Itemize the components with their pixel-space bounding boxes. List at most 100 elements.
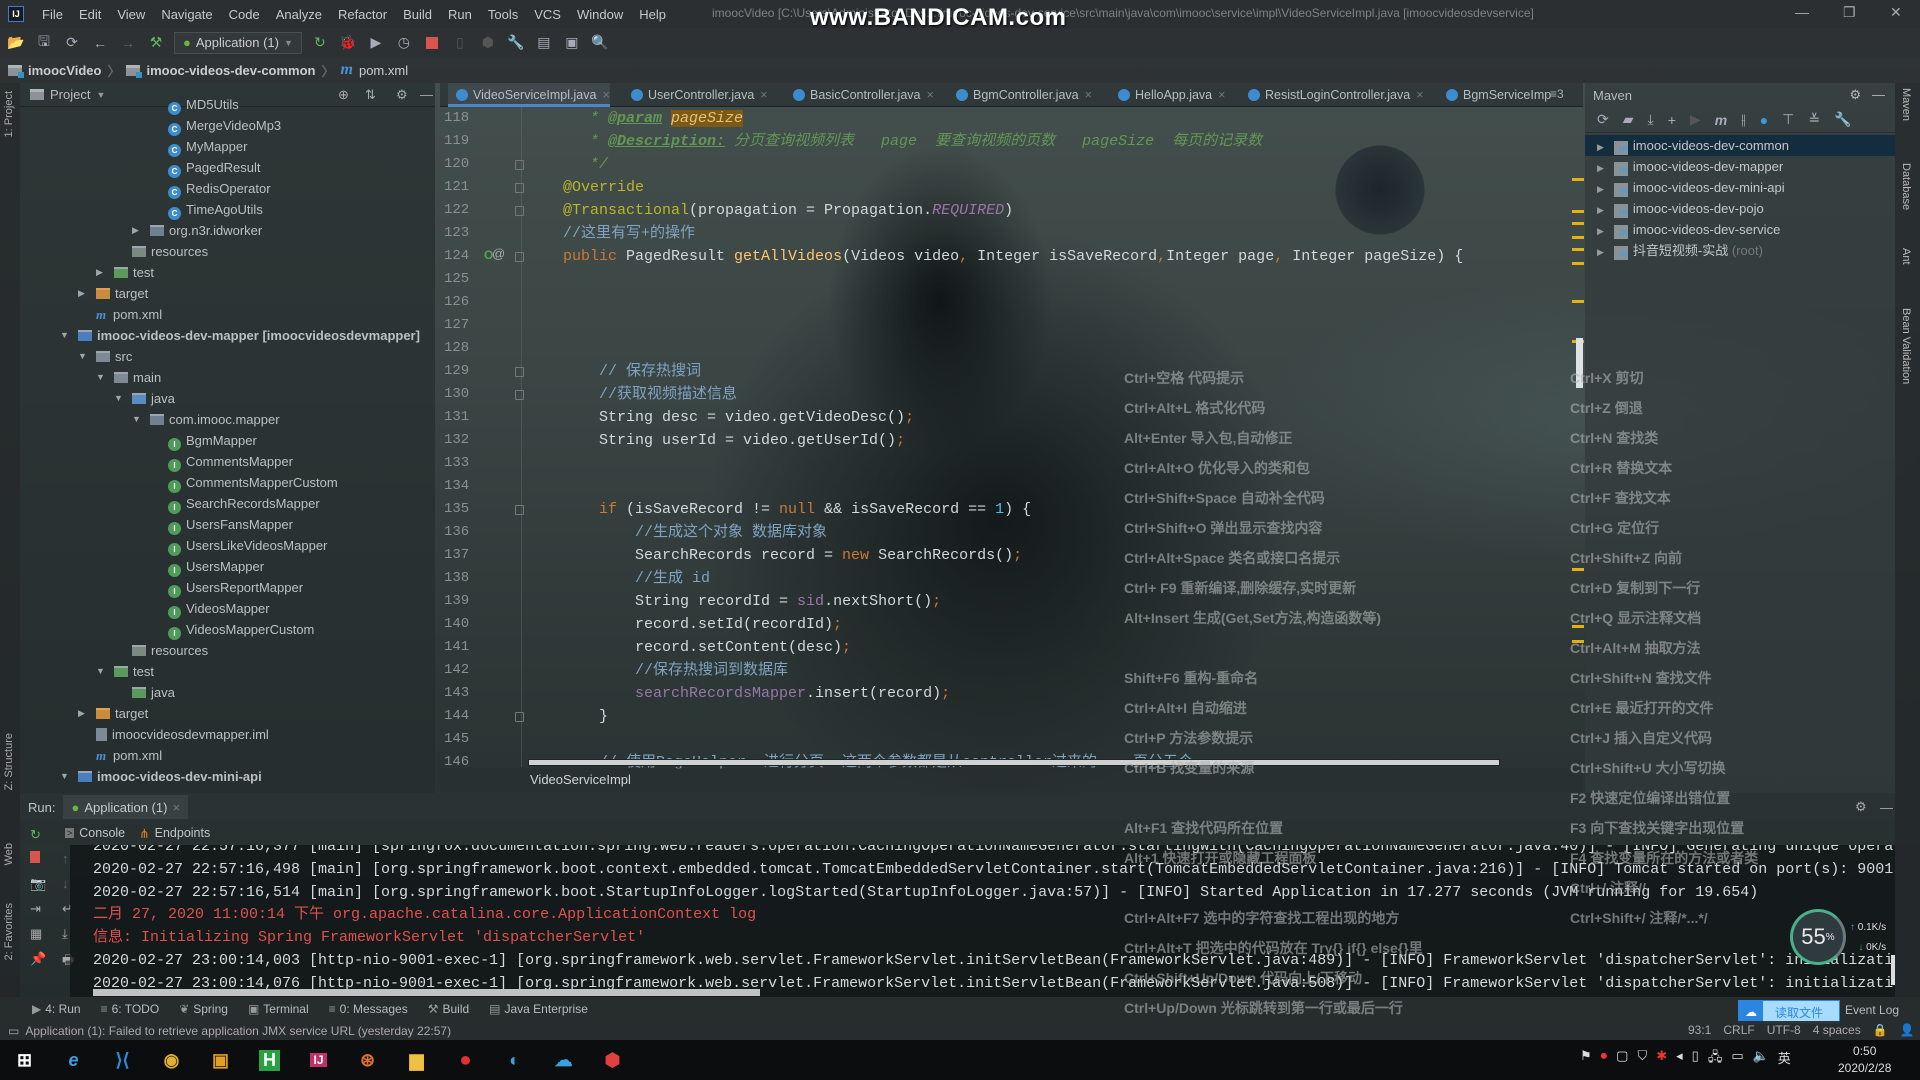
- close-tab-icon[interactable]: ×: [602, 88, 609, 102]
- tree-item[interactable]: java: [132, 682, 175, 703]
- chevron-right-icon[interactable]: ▶: [132, 225, 139, 236]
- maven-project-item[interactable]: ▶ m imooc-videos-dev-mini-api: [1585, 177, 1895, 198]
- code-line[interactable]: @Transactional(propagation = Propagation…: [563, 199, 1013, 222]
- tree-item[interactable]: com.imooc.mapper: [150, 409, 280, 430]
- qq-browser-icon[interactable]: ◐: [490, 1040, 539, 1080]
- maven-project-item[interactable]: ▶ m 抖音短视频-实战 (root): [1585, 240, 1895, 261]
- offline-icon[interactable]: ●: [1760, 112, 1768, 128]
- tree-item[interactable]: C MD5Utils: [168, 94, 239, 115]
- save-icon[interactable]: 🖫: [34, 33, 54, 53]
- hbuilder-icon[interactable]: H: [245, 1040, 294, 1080]
- terminal-window-icon[interactable]: ▣: [562, 33, 582, 53]
- menu-code[interactable]: Code: [221, 7, 268, 22]
- settings-wrench-icon[interactable]: 🔧: [506, 33, 526, 53]
- sync-icon[interactable]: ⟳: [62, 33, 82, 53]
- show-dependencies-icon[interactable]: ⊤: [1782, 111, 1794, 128]
- skip-tests-icon[interactable]: ⫲: [1741, 111, 1746, 128]
- tray-icon[interactable]: ▢: [1616, 1048, 1628, 1070]
- breadcrumb-item[interactable]: pom.xml: [359, 63, 408, 78]
- download-icon[interactable]: ⤓: [1648, 111, 1654, 128]
- tree-item[interactable]: m pom.xml: [96, 304, 162, 325]
- stop-icon[interactable]: [30, 851, 40, 863]
- chevron-right-icon[interactable]: ▶: [1597, 247, 1604, 257]
- tree-item[interactable]: target: [96, 703, 148, 724]
- hide-panel-icon[interactable]: —: [1880, 800, 1893, 815]
- tree-item[interactable]: org.n3r.idworker: [150, 220, 262, 241]
- tab-overflow-button[interactable]: ≡3: [1550, 87, 1564, 101]
- notes-app-icon[interactable]: ▣: [196, 1040, 245, 1080]
- attach-icon[interactable]: ⬢: [478, 33, 498, 53]
- tree-item[interactable]: I BgmMapper: [168, 430, 257, 451]
- menu-vcs[interactable]: VCS: [526, 7, 569, 22]
- device-icon[interactable]: ▯: [450, 33, 470, 53]
- tree-item[interactable]: C RedisOperator: [168, 178, 271, 199]
- menu-edit[interactable]: Edit: [71, 7, 109, 22]
- tray-record-icon[interactable]: ⏺: [1601, 1048, 1608, 1070]
- tray-icon[interactable]: ⚑: [1580, 1048, 1592, 1070]
- close-tab-icon[interactable]: ×: [760, 88, 767, 102]
- structure-tool-button[interactable]: Z: Structure: [3, 733, 15, 790]
- volume-icon[interactable]: 🔈: [1753, 1048, 1769, 1070]
- windows-start-icon[interactable]: ⊞: [0, 1040, 49, 1080]
- tray-shield-icon[interactable]: ⛉: [1637, 1048, 1647, 1070]
- chevron-down-icon[interactable]: ▼: [78, 351, 87, 361]
- maven-goal-icon[interactable]: m: [1715, 112, 1727, 128]
- breadcrumb-item[interactable]: imoocVideo: [28, 63, 101, 78]
- annotation-marker-icon[interactable]: @: [492, 246, 505, 261]
- close-tab-icon[interactable]: ×: [1218, 88, 1225, 102]
- project-structure-icon[interactable]: ▤: [534, 33, 554, 53]
- close-tab-icon[interactable]: ×: [172, 800, 180, 815]
- scroll-to-end-icon[interactable]: ⤓: [62, 926, 68, 942]
- gear-icon[interactable]: ⚙: [396, 87, 408, 103]
- code-line[interactable]: SearchRecords record = new SearchRecords…: [563, 544, 1022, 567]
- breadcrumb-item[interactable]: imooc-videos-dev-common: [146, 63, 315, 78]
- collapse-icon[interactable]: ≚: [1808, 111, 1820, 128]
- editor-breadcrumb[interactable]: VideoServiceImpl: [440, 768, 1583, 792]
- tree-item[interactable]: C MyMapper: [168, 136, 247, 157]
- error-stripe-mark[interactable]: [1572, 210, 1584, 213]
- tree-item[interactable]: test: [114, 262, 154, 283]
- project-view-select[interactable]: Project: [50, 87, 90, 102]
- chevron-down-icon[interactable]: ▼: [132, 414, 141, 424]
- ime-icon[interactable]: 英: [1778, 1048, 1791, 1070]
- fold-marker-icon[interactable]: [515, 505, 524, 515]
- lock-icon[interactable]: 🔒: [1873, 1023, 1888, 1037]
- tree-item[interactable]: target: [96, 283, 148, 304]
- file-encoding[interactable]: UTF-8: [1767, 1023, 1801, 1037]
- code-line[interactable]: //生成 id: [563, 567, 710, 590]
- camera-icon[interactable]: 📷: [30, 876, 46, 892]
- chevron-right-icon[interactable]: ▶: [1597, 226, 1604, 236]
- line-separator[interactable]: CRLF: [1723, 1023, 1754, 1037]
- menu-analyze[interactable]: Analyze: [268, 7, 330, 22]
- editor-tab[interactable]: BgmServiceImp: [1438, 83, 1551, 107]
- console-vertical-scrollbar[interactable]: [1891, 955, 1895, 985]
- chevron-right-icon[interactable]: ▶: [96, 267, 103, 278]
- error-stripe-mark[interactable]: [1572, 222, 1584, 225]
- tool-window-terminal[interactable]: ▣ Terminal: [248, 1002, 309, 1016]
- bandicam-record-icon[interactable]: ⏺: [441, 1040, 490, 1080]
- tree-item[interactable]: I CommentsMapper: [168, 451, 293, 472]
- endpoints-tab[interactable]: ⋔ Endpoints: [139, 826, 210, 841]
- tree-item[interactable]: src: [96, 346, 132, 367]
- close-tab-icon[interactable]: ×: [926, 88, 933, 102]
- collapse-all-icon[interactable]: ⇅: [365, 87, 376, 103]
- inspector-icon[interactable]: 👤: [1900, 1023, 1915, 1037]
- layout-icon[interactable]: ▦: [30, 926, 42, 942]
- close-button[interactable]: ✕: [1890, 4, 1902, 21]
- fold-marker-icon[interactable]: [515, 367, 524, 377]
- code-line[interactable]: * @Description: 分页查询视频列表 page 要查询视频的页数 p…: [563, 130, 1262, 153]
- tree-item[interactable]: resources: [132, 241, 208, 262]
- console-tab[interactable]: > Console: [65, 826, 125, 840]
- tree-item[interactable]: I CommentsMapperCustom: [168, 472, 338, 493]
- back-icon[interactable]: ←: [90, 33, 110, 53]
- maven-project-item[interactable]: ▶ m imooc-videos-dev-pojo: [1585, 198, 1895, 219]
- code-line[interactable]: * @param pageSize: [563, 107, 744, 130]
- add-icon[interactable]: +: [1668, 112, 1676, 128]
- error-stripe-mark[interactable]: [1572, 568, 1584, 571]
- restore-layout-icon[interactable]: ⇥: [30, 901, 41, 917]
- vscode-icon[interactable]: ⟩⟨: [98, 1040, 147, 1080]
- app-icon[interactable]: ⬢: [588, 1040, 637, 1080]
- tool-window-todo[interactable]: ≡ 6: TODO: [101, 1002, 160, 1016]
- chevron-down-icon[interactable]: ▼: [96, 372, 105, 382]
- error-stripe-mark[interactable]: [1572, 248, 1584, 251]
